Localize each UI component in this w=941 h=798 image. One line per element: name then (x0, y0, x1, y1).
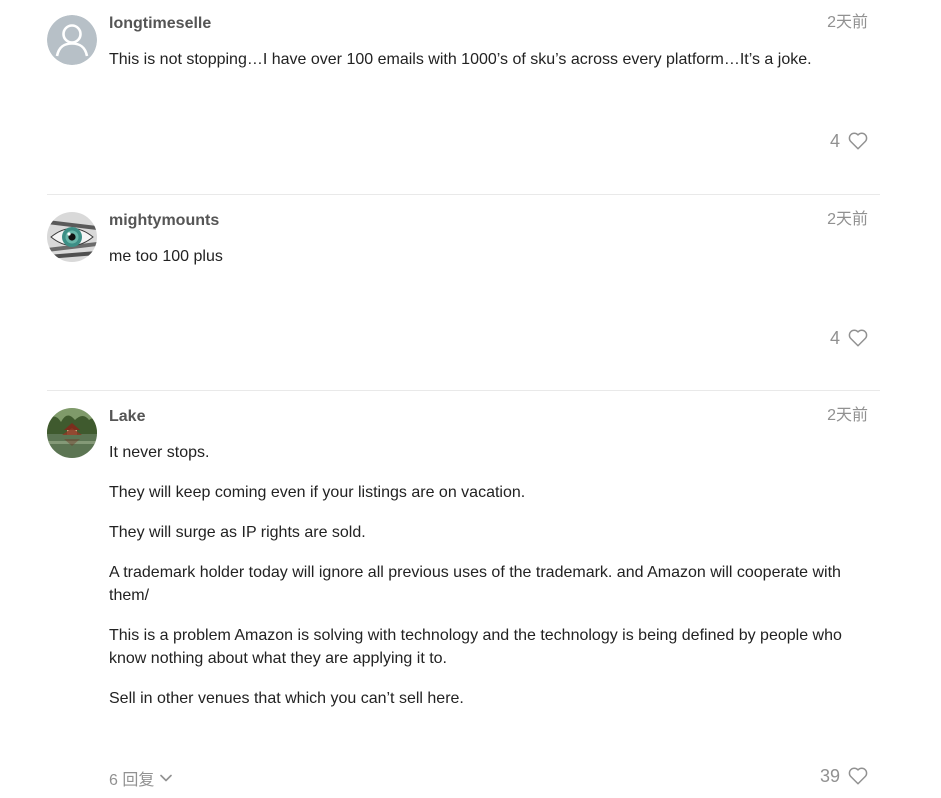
like-button[interactable]: 4 (830, 131, 868, 151)
replies-label: 6 回复 (109, 772, 155, 789)
like-count: 4 (829, 131, 840, 151)
like-button[interactable]: 39 (820, 766, 868, 786)
post-username[interactable]: longtimeselle (109, 15, 211, 33)
eye-avatar-image (47, 212, 97, 262)
like-count: 39 (819, 766, 840, 786)
post-longtimeselle: longtimeselle 2天前 This is not stopping…I… (47, 14, 880, 155)
chevron-down-icon (160, 774, 173, 782)
like-count: 4 (829, 328, 840, 348)
avatar[interactable] (47, 408, 97, 458)
post-divider (47, 390, 880, 391)
post-date[interactable]: 2天前 (827, 407, 868, 425)
post-paragraph: Sell in other venues that which you can’… (109, 690, 464, 707)
post-username[interactable]: Lake (109, 408, 145, 426)
post-paragraph: They will surge as IP rights are sold. (109, 524, 366, 541)
post-paragraph: A trademark holder today will ignore all… (109, 564, 841, 604)
post-body: me too 100 plus (109, 245, 869, 285)
post-username[interactable]: mightymounts (109, 212, 219, 230)
post-paragraph: This is a problem Amazon is solving with… (109, 627, 842, 667)
post-mightymounts: mightymounts 2天前 me too 100 plus 4 (47, 211, 880, 352)
post-date[interactable]: 2天前 (827, 211, 868, 229)
heart-icon (848, 329, 868, 347)
user-silhouette-icon (47, 15, 97, 65)
post-paragraph: me too 100 plus (109, 248, 223, 265)
like-button[interactable]: 4 (830, 328, 868, 348)
post-lake: Lake 2天前 It never stops. They will keep … (47, 407, 880, 793)
post-paragraph: This is not stopping…I have over 100 ema… (109, 51, 812, 68)
show-replies-button[interactable]: 6 回复 (109, 766, 173, 790)
heart-icon (848, 767, 868, 785)
post-paragraph: They will keep coming even if your listi… (109, 484, 526, 501)
heart-icon (848, 132, 868, 150)
post-body: It never stops. They will keep coming ev… (109, 441, 869, 727)
avatar[interactable] (47, 15, 97, 65)
post-paragraph: It never stops. (109, 444, 210, 461)
post-divider (47, 194, 880, 195)
post-date[interactable]: 2天前 (827, 14, 868, 32)
pagoda-avatar-image (47, 408, 97, 458)
avatar[interactable] (47, 212, 97, 262)
post-body: This is not stopping…I have over 100 ema… (109, 48, 869, 88)
